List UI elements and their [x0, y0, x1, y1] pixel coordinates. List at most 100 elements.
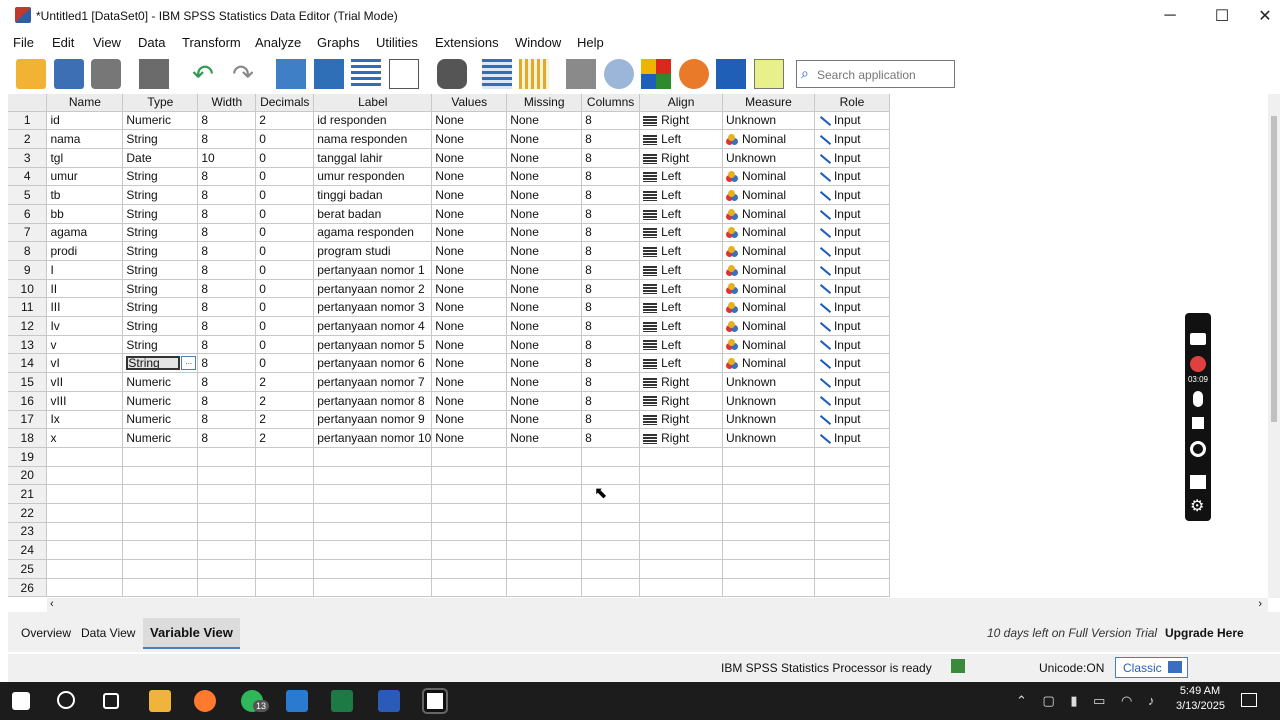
cell-label[interactable]: pertanyaan nomor 4: [313, 316, 433, 336]
maximize-button[interactable]: ☐: [1200, 0, 1244, 32]
cell-width[interactable]: 8: [197, 260, 257, 280]
find-icon[interactable]: [437, 59, 467, 89]
cell-name[interactable]: agama: [46, 223, 124, 243]
row-number[interactable]: 20: [8, 466, 48, 486]
empty-cell[interactable]: [431, 447, 508, 467]
cell-missing[interactable]: None: [506, 204, 583, 224]
menu-graphs[interactable]: Graphs: [317, 35, 360, 50]
settings-gear-icon[interactable]: ⚙: [1190, 499, 1206, 515]
cell-width[interactable]: 8: [197, 129, 257, 149]
empty-cell[interactable]: [639, 559, 724, 579]
cell-type[interactable]: String: [122, 241, 199, 261]
close-button[interactable]: ✕: [1243, 0, 1280, 32]
split-file-icon[interactable]: [566, 59, 596, 89]
cell-label[interactable]: pertanyaan nomor 10: [313, 428, 433, 448]
empty-cell[interactable]: [46, 578, 124, 598]
row-number[interactable]: 8: [8, 241, 48, 261]
run-descriptive-icon[interactable]: [389, 59, 419, 89]
empty-cell[interactable]: [46, 540, 124, 560]
row-number[interactable]: 18: [8, 428, 48, 448]
cell-missing[interactable]: None: [506, 391, 583, 411]
cell-measure[interactable]: Nominal: [722, 297, 815, 318]
cell-align[interactable]: Left: [639, 167, 724, 187]
cell-missing[interactable]: None: [506, 428, 583, 448]
cell-measure[interactable]: Nominal: [722, 241, 815, 261]
row-number[interactable]: 25: [8, 559, 48, 579]
empty-cell[interactable]: [506, 578, 583, 598]
empty-cell[interactable]: [313, 503, 433, 523]
empty-cell[interactable]: [46, 522, 124, 542]
insert-cases-icon[interactable]: [482, 59, 512, 89]
empty-cell[interactable]: [639, 540, 724, 560]
row-number[interactable]: 14: [8, 353, 48, 374]
search-icon[interactable]: [57, 691, 75, 709]
cell-values[interactable]: None: [431, 185, 508, 205]
cell-values[interactable]: None: [431, 428, 508, 448]
print-icon[interactable]: [91, 59, 121, 89]
empty-cell[interactable]: [46, 447, 124, 467]
file-explorer-icon[interactable]: [149, 690, 171, 712]
cell-align[interactable]: Left: [639, 279, 724, 299]
cell-decimals[interactable]: 2: [255, 391, 315, 411]
cell-columns[interactable]: 8: [581, 204, 641, 224]
dialog-recall-icon[interactable]: [139, 59, 169, 89]
row-number[interactable]: 6: [8, 204, 48, 224]
cell-align[interactable]: Left: [639, 129, 724, 149]
column-header[interactable]: Decimals: [255, 94, 315, 112]
cell-name[interactable]: II: [46, 279, 124, 299]
empty-cell[interactable]: [255, 503, 315, 523]
cell-columns[interactable]: 8: [581, 297, 641, 318]
cell-measure[interactable]: Unknown: [722, 428, 815, 448]
goto-case-icon[interactable]: [276, 59, 306, 89]
menu-analyze[interactable]: Analyze: [255, 35, 301, 50]
screen-icon[interactable]: [1190, 475, 1206, 489]
empty-cell[interactable]: [639, 503, 724, 523]
cell-decimals[interactable]: 0: [255, 279, 315, 299]
cell-label[interactable]: tinggi badan: [313, 185, 433, 205]
cell-width[interactable]: 8: [197, 353, 257, 374]
cell-missing[interactable]: None: [506, 185, 583, 205]
column-header[interactable]: Align: [639, 94, 724, 112]
cell-columns[interactable]: 8: [581, 316, 641, 336]
cell-type[interactable]: Numeric: [122, 111, 199, 131]
empty-cell[interactable]: [814, 578, 890, 598]
cell-width[interactable]: 8: [197, 335, 257, 355]
cell-width[interactable]: 8: [197, 111, 257, 131]
cell-role[interactable]: Input: [814, 410, 890, 430]
empty-cell[interactable]: [313, 578, 433, 598]
upgrade-link[interactable]: Upgrade Here: [1165, 626, 1244, 640]
empty-cell[interactable]: [197, 522, 257, 542]
column-header[interactable]: Role: [814, 94, 890, 112]
cell-width[interactable]: 8: [197, 241, 257, 261]
cell-decimals[interactable]: 0: [255, 316, 315, 336]
cell-columns[interactable]: 8: [581, 167, 641, 187]
cell-decimals[interactable]: 0: [255, 129, 315, 149]
empty-cell[interactable]: [197, 484, 257, 504]
empty-cell[interactable]: [722, 559, 815, 579]
cell-type[interactable]: Numeric: [122, 372, 199, 392]
column-header[interactable]: Columns: [581, 94, 641, 112]
cell-label[interactable]: pertanyaan nomor 6: [313, 353, 433, 374]
cell-values[interactable]: None: [431, 204, 508, 224]
cell-decimals[interactable]: 0: [255, 223, 315, 243]
goto-variable-icon[interactable]: [314, 59, 344, 89]
firefox-icon[interactable]: [194, 690, 216, 712]
cell-name[interactable]: prodi: [46, 241, 124, 261]
empty-cell[interactable]: [506, 503, 583, 523]
cell-columns[interactable]: 8: [581, 391, 641, 411]
cell-role[interactable]: Input: [814, 223, 890, 243]
cell-missing[interactable]: None: [506, 148, 583, 168]
cell-label[interactable]: tanggal lahir: [313, 148, 433, 168]
empty-cell[interactable]: [431, 466, 508, 486]
cell-measure[interactable]: Unknown: [722, 410, 815, 430]
cell-columns[interactable]: 8: [581, 353, 641, 374]
cell-columns[interactable]: 8: [581, 410, 641, 430]
cell-align[interactable]: Left: [639, 204, 724, 224]
empty-cell[interactable]: [46, 466, 124, 486]
column-header[interactable]: Missing: [506, 94, 583, 112]
cell-role[interactable]: Input: [814, 167, 890, 187]
row-number[interactable]: 13: [8, 335, 48, 355]
cell-align[interactable]: Left: [639, 260, 724, 280]
row-number[interactable]: 9: [8, 260, 48, 280]
terminal-icon[interactable]: [422, 688, 448, 714]
